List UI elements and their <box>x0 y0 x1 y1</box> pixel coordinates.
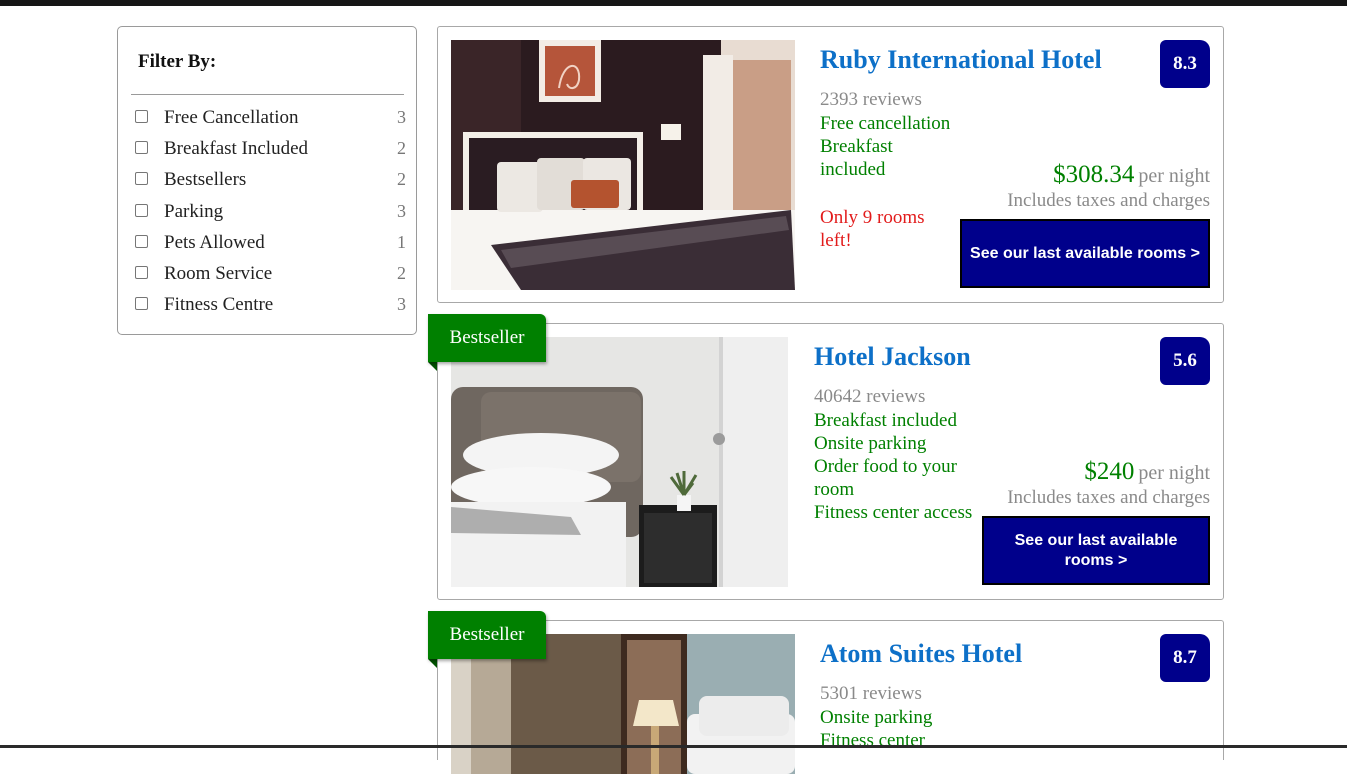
filter-item-fitness-centre[interactable]: Fitness Centre 3 <box>118 294 418 325</box>
feature-list: Free cancellation Breakfast included <box>820 112 950 181</box>
filter-list: Free Cancellation 3 Breakfast Included 2… <box>118 107 418 325</box>
rating-score-badge: 5.6 <box>1160 337 1210 385</box>
filter-count: 2 <box>397 262 406 283</box>
ribbon-tail <box>428 659 437 668</box>
filter-item-room-service[interactable]: Room Service 2 <box>118 263 418 294</box>
room-service-checkbox[interactable] <box>135 265 148 279</box>
pets-allowed-checkbox[interactable] <box>135 234 148 248</box>
review-count: 5301 reviews <box>820 683 922 704</box>
taxes-note: Includes taxes and charges <box>1007 190 1210 211</box>
filter-count: 3 <box>397 200 406 221</box>
parking-checkbox[interactable] <box>135 203 148 217</box>
feature-item: Breakfast <box>820 136 893 157</box>
hotel-photo[interactable] <box>451 337 788 587</box>
rooms-left-line: left! <box>820 230 852 251</box>
feature-item: included <box>820 159 886 180</box>
filter-divider <box>131 94 404 95</box>
filter-count: 1 <box>397 231 406 252</box>
bestseller-ribbon: Bestseller <box>428 611 546 659</box>
per-night-label: per night <box>1138 165 1210 187</box>
hotel-card: Hotel Jackson 5.6 40642 reviews Breakfas… <box>437 323 1224 600</box>
free-cancellation-checkbox[interactable] <box>135 110 148 123</box>
feature-item: Onsite parking <box>820 707 933 728</box>
price: $308.34 <box>1053 161 1135 188</box>
feature-item: Free cancellation <box>820 113 951 134</box>
rating-score-badge: 8.3 <box>1160 40 1210 88</box>
per-night-label: per night <box>1138 462 1210 484</box>
filter-label[interactable]: Room Service <box>164 263 272 285</box>
filter-count: 3 <box>397 107 406 127</box>
filter-panel: Filter By: Free Cancellation 3 Breakfast… <box>117 26 417 335</box>
see-rooms-button[interactable]: See our last available rooms > <box>982 516 1210 585</box>
filter-label[interactable]: Free Cancellation <box>164 107 299 129</box>
fitness-centre-checkbox[interactable] <box>135 297 148 311</box>
filter-item-parking[interactable]: Parking 3 <box>118 201 418 232</box>
filter-item-free-cancellation[interactable]: Free Cancellation 3 <box>118 107 418 138</box>
price-row: $240 per night <box>1084 458 1210 486</box>
rating-score-badge: 8.7 <box>1160 634 1210 682</box>
filter-item-bestsellers[interactable]: Bestsellers 2 <box>118 169 418 200</box>
rooms-left-line: Only 9 rooms <box>820 207 925 228</box>
filter-item-breakfast-included[interactable]: Breakfast Included 2 <box>118 138 418 169</box>
bedroom-photo-image <box>451 337 788 587</box>
hotel-name-link[interactable]: Hotel Jackson <box>814 342 971 372</box>
filter-count: 3 <box>397 294 406 315</box>
hotel-card: Ruby International Hotel 8.3 2393 review… <box>437 26 1224 303</box>
feature-item: room <box>814 479 855 500</box>
price: $240 <box>1084 458 1135 485</box>
feature-item: Order food to your <box>814 456 957 477</box>
filter-label[interactable]: Pets Allowed <box>164 232 265 254</box>
filter-count: 2 <box>397 169 406 190</box>
hotel-photo[interactable] <box>451 40 795 290</box>
review-count: 40642 reviews <box>814 386 926 407</box>
price-row: $308.34 per night <box>1053 161 1210 189</box>
bedroom-photo-image <box>451 40 795 290</box>
bestseller-ribbon: Bestseller <box>428 314 546 362</box>
hotel-card: Atom Suites Hotel 8.7 5301 reviews Onsit… <box>437 620 1224 774</box>
filter-label[interactable]: Breakfast Included <box>164 138 308 160</box>
filter-label[interactable]: Fitness Centre <box>164 294 273 316</box>
top-bar <box>0 0 1347 6</box>
feature-list: Breakfast included Onsite parking Order … <box>814 409 972 524</box>
feature-item: Onsite parking <box>814 433 927 454</box>
filter-label[interactable]: Bestsellers <box>164 169 246 191</box>
feature-item: Breakfast included <box>814 410 957 431</box>
filter-label[interactable]: Parking <box>164 201 223 223</box>
filter-title: Filter By: <box>138 51 217 72</box>
taxes-note: Includes taxes and charges <box>1007 487 1210 508</box>
ribbon-tail <box>428 362 437 371</box>
filter-item-pets-allowed[interactable]: Pets Allowed 1 <box>118 232 418 263</box>
breakfast-included-checkbox[interactable] <box>135 141 148 155</box>
hotel-name-link[interactable]: Ruby International Hotel <box>820 45 1102 75</box>
feature-item: Fitness center <box>820 730 926 751</box>
see-rooms-button[interactable]: See our last available rooms > <box>960 219 1210 288</box>
filter-count: 2 <box>397 138 406 159</box>
feature-item: Fitness center access <box>814 502 973 523</box>
hotel-name-link[interactable]: Atom Suites Hotel <box>820 639 1022 669</box>
rooms-left-warning: Only 9 rooms left! <box>820 206 925 252</box>
bestsellers-checkbox[interactable] <box>135 172 148 186</box>
review-count: 2393 reviews <box>820 89 922 110</box>
